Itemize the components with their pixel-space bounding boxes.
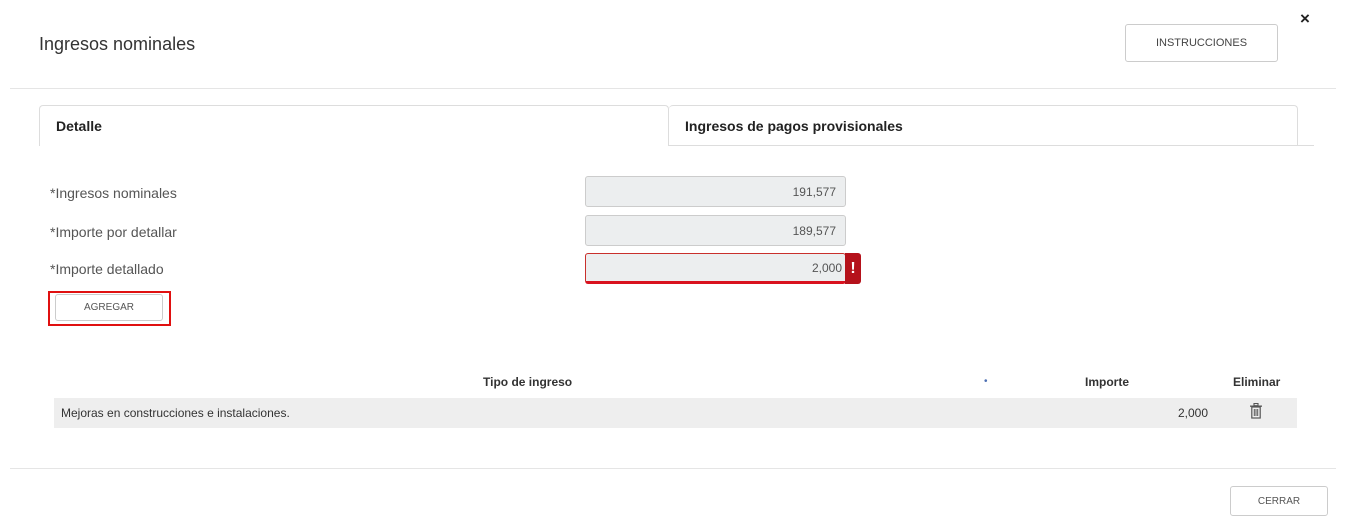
- header-divider: [10, 88, 1336, 89]
- importe-por-detallar-field[interactable]: [585, 215, 846, 246]
- importe-por-detallar-label: *Importe por detallar: [50, 224, 177, 240]
- add-button[interactable]: AGREGAR: [55, 294, 163, 321]
- tab-ingresos-pagos-provisionales[interactable]: Ingresos de pagos provisionales: [669, 105, 1298, 146]
- column-header-importe[interactable]: Importe: [1085, 375, 1129, 389]
- close-icon[interactable]: ×: [1300, 9, 1310, 29]
- tab-detalle[interactable]: Detalle: [39, 105, 669, 146]
- modal-title: Ingresos nominales: [39, 34, 196, 54]
- column-header-eliminar: Eliminar: [1233, 375, 1281, 389]
- row-tipo-cell: Mejoras en construcciones e instalacione…: [61, 406, 290, 420]
- ingresos-nominales-field[interactable]: [585, 176, 846, 207]
- footer-divider: [10, 468, 1336, 469]
- row-importe-cell: 2,000: [1178, 406, 1209, 420]
- close-button[interactable]: CERRAR: [1230, 486, 1328, 516]
- sort-dot-icon: •: [984, 376, 988, 387]
- column-header-tipo[interactable]: Tipo de ingreso: [483, 375, 572, 389]
- importe-detallado-label: *Importe detallado: [50, 261, 164, 277]
- importe-detallado-field[interactable]: [585, 253, 846, 284]
- tabs-divider: [669, 145, 1314, 146]
- instructions-button[interactable]: INSTRUCCIONES: [1125, 24, 1278, 62]
- error-icon: !: [845, 253, 861, 284]
- trash-icon[interactable]: [1249, 402, 1263, 419]
- ingresos-nominales-label: *Ingresos nominales: [50, 185, 177, 201]
